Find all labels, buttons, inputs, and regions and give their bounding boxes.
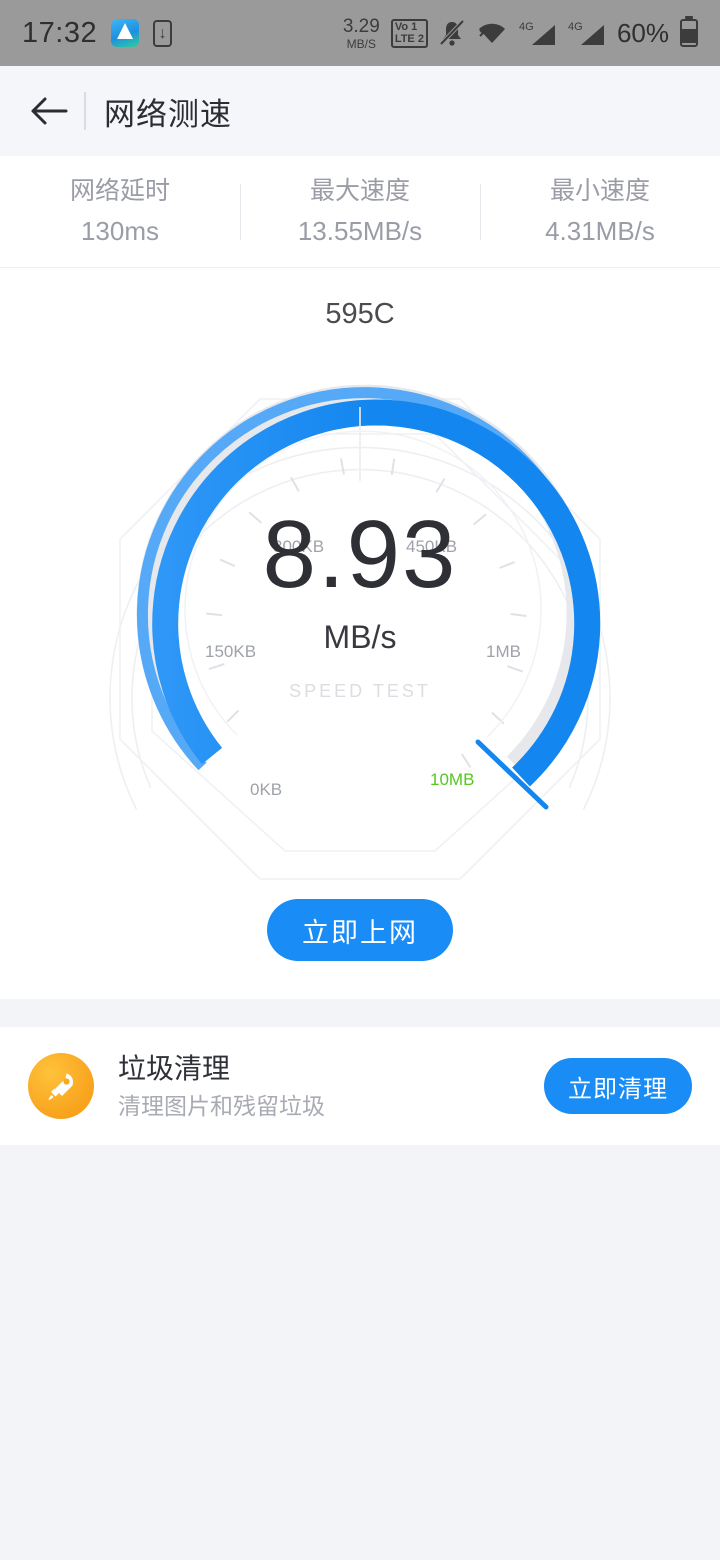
svg-text:4G: 4G (519, 21, 534, 33)
volte-icon: Vo 1 LTE 2 (390, 18, 428, 48)
stat-value: 13.55MB/s (297, 216, 423, 246)
cta-row: 立即上网 (0, 899, 720, 961)
stat-label: 最大速度 (309, 177, 410, 205)
gauge-caption: SPEED TEST (289, 681, 431, 701)
wifi-ssid-label: 595C (325, 298, 395, 330)
svg-text:4G: 4G (568, 21, 583, 33)
status-bar: 17:32 3.29 MB/S Vo 1 LTE 2 (0, 0, 720, 66)
empty-area (0, 1145, 720, 1560)
stat-min-speed: 最小速度 4.31MB/s (480, 177, 720, 246)
speed-test-panel: 595C 0KB 150KB 300KB 450KB 1MB 10MB 8.93… (0, 268, 720, 999)
back-arrow-icon (31, 97, 68, 125)
clean-now-button[interactable]: 立即清理 (544, 1058, 692, 1114)
status-bar-right: 3.29 MB/S Vo 1 LTE 2 4G 4G 60% (343, 17, 698, 50)
stat-value: 130ms (80, 216, 160, 246)
stats-row: 网络延时 130ms 最大速度 13.55MB/s 最小速度 4.31MB/s (0, 156, 720, 268)
section-gap (0, 999, 720, 1027)
speed-gauge: 0KB 150KB 300KB 450KB 1MB 10MB 8.93 MB/s… (0, 339, 720, 899)
phone-screen: 17:32 3.29 MB/S Vo 1 LTE 2 (0, 0, 720, 1560)
gauge-arc-progress (152, 399, 601, 787)
wifi-icon (476, 20, 508, 46)
volte-line-2: LTE 2 (394, 32, 424, 45)
battery-icon (680, 19, 698, 47)
back-button[interactable] (26, 88, 72, 134)
battery-percentage: 60% (616, 17, 669, 48)
gauge-label-150kb: 150KB (205, 642, 257, 661)
network-speed-indicator: 3.29 MB/S (343, 17, 380, 50)
status-bar-clock: 17:32 (22, 16, 98, 49)
signal-4g-icon-2: 4G (568, 19, 606, 47)
stat-latency: 网络延时 130ms (0, 177, 240, 246)
gauge-arc-highlight (137, 387, 592, 777)
network-speed-value: 3.29 (342, 15, 380, 37)
appbar-divider (84, 92, 86, 130)
stat-value: 4.31MB/s (545, 216, 655, 246)
app-bar: 网络测速 (0, 66, 720, 156)
mountain-app-icon (111, 19, 140, 47)
volte-line-1: Vo 1 (394, 20, 418, 33)
junk-clean-text: 垃圾清理 清理图片和残留垃圾 (118, 1052, 544, 1119)
signal-4g-icon-1: 4G (519, 19, 557, 47)
rocket-icon (28, 1053, 94, 1119)
stat-label: 网络延时 (69, 177, 170, 205)
gauge-label-1mb: 1MB (486, 642, 521, 661)
go-online-button[interactable]: 立即上网 (267, 899, 453, 961)
gauge-label-0kb: 0KB (250, 780, 283, 799)
network-speed-unit: MB/S (346, 36, 376, 51)
gauge-label-450kb: 450KB (406, 537, 458, 556)
junk-clean-card[interactable]: 垃圾清理 清理图片和残留垃圾 立即清理 (0, 1027, 720, 1145)
status-bar-left: 17:32 (22, 16, 173, 50)
junk-clean-subtitle: 清理图片和残留垃圾 (118, 1092, 325, 1119)
page-title: 网络测速 (104, 96, 232, 132)
download-indicator-icon (153, 19, 173, 47)
gauge-graphic (109, 384, 611, 880)
junk-clean-title: 垃圾清理 (118, 1052, 231, 1084)
stat-label: 最小速度 (549, 177, 650, 205)
gauge-ticks (206, 458, 527, 769)
gauge-label-10mb: 10MB (430, 770, 475, 789)
gauge-label-300kb: 300KB (273, 537, 325, 556)
stat-max-speed: 最大速度 13.55MB/s (240, 177, 480, 246)
bell-muted-icon (439, 19, 465, 47)
